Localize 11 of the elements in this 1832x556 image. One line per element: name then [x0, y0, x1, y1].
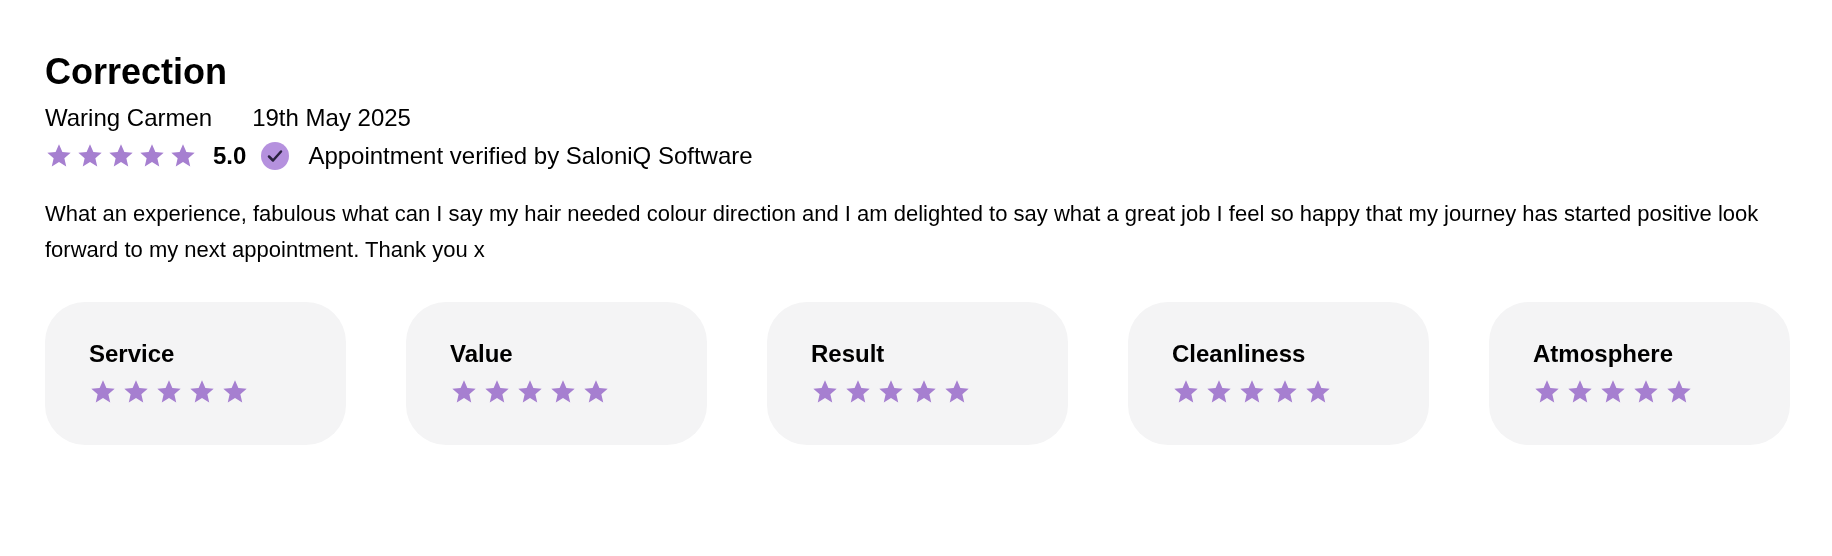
review-date: 19th May 2025 — [252, 103, 411, 133]
verified-text: Appointment verified by SaloniQ Software — [308, 141, 753, 171]
category-label: Value — [450, 339, 514, 369]
rating-score: 5.0 — [213, 141, 247, 171]
category-label: Atmosphere — [1533, 339, 1675, 369]
review-text: What an experience, fabulous what can I say my hair needed colour direction and I am delighted to say what a great job I feel so happy that my journey has started positive look forward to my next appointment. Thank you x — [45, 200, 1760, 264]
author-name: Waring Carmen — [45, 103, 213, 133]
category-label: Service — [89, 339, 176, 369]
category-label: Cleanliness — [1172, 339, 1307, 369]
category-label: Result — [811, 339, 886, 369]
review-title: Correction — [45, 50, 229, 94]
